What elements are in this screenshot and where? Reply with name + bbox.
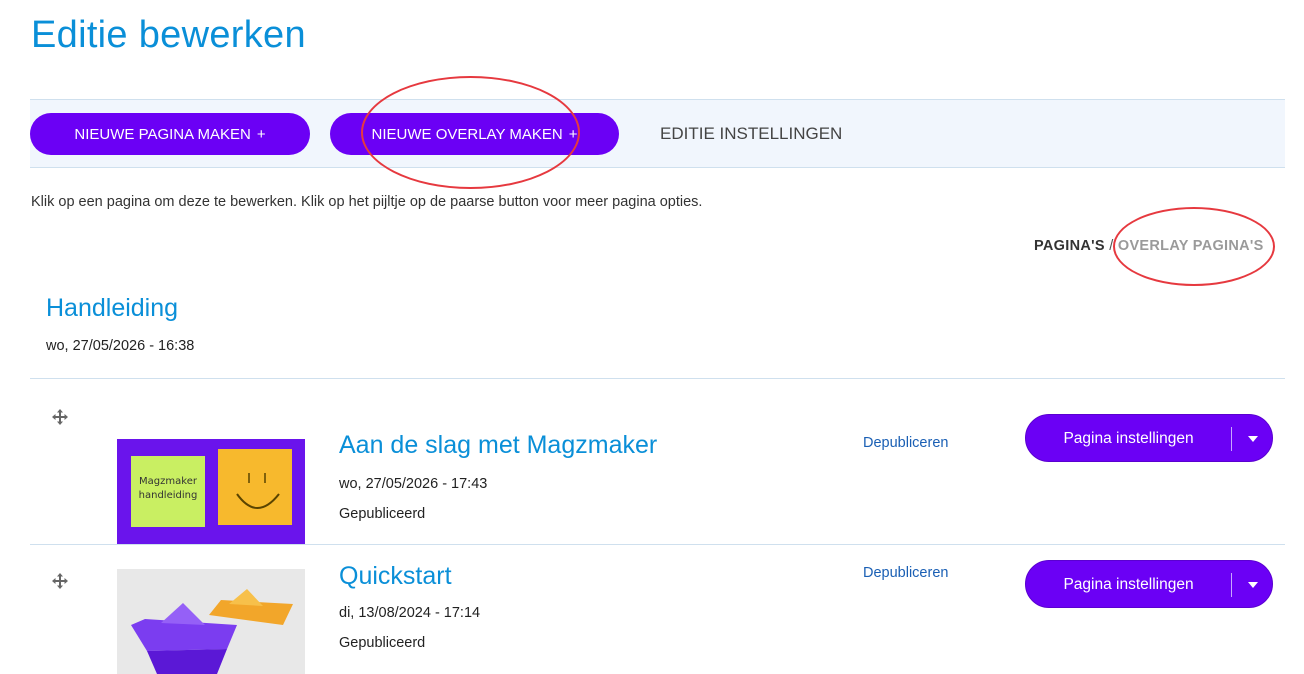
page-title-link[interactable]: Aan de slag met Magzmaker	[339, 431, 657, 460]
pages-tab[interactable]: PAGINA'S	[1034, 238, 1105, 254]
page-thumbnail[interactable]	[117, 569, 305, 674]
unpublish-link[interactable]: Depubliceren	[863, 565, 948, 581]
section-date: wo, 27/05/2026 - 16:38	[46, 338, 195, 354]
divider	[30, 378, 1285, 379]
page-status: Gepubliceerd	[339, 506, 426, 522]
list-item: Quickstart di, 13/08/2024 - 17:14 Gepubl…	[30, 525, 1285, 674]
page-settings-button[interactable]: Pagina instellingen	[1025, 414, 1273, 462]
page-settings-label: Pagina instellingen	[1063, 430, 1194, 447]
page-title-link[interactable]: Quickstart	[339, 562, 452, 591]
plus-icon: +	[256, 125, 266, 143]
page-title: Editie bewerken	[31, 14, 306, 56]
overlay-pages-tab[interactable]: OVERLAY PAGINA'S	[1118, 238, 1264, 254]
caret-down-icon[interactable]	[1248, 582, 1258, 588]
section-title[interactable]: Handleiding	[46, 294, 178, 323]
page-settings-label: Pagina instellingen	[1063, 576, 1194, 593]
move-arrows-icon[interactable]	[50, 571, 70, 591]
switch-separator: /	[1109, 238, 1114, 254]
new-page-button[interactable]: NIEUWE PAGINA MAKEN +	[30, 113, 310, 155]
page-date: wo, 27/05/2026 - 17:43	[339, 476, 488, 492]
new-overlay-button-label: NIEUWE OVERLAY MAKEN	[371, 125, 563, 143]
button-separator	[1231, 427, 1232, 451]
button-separator	[1231, 573, 1232, 597]
new-page-button-label: NIEUWE PAGINA MAKEN	[74, 125, 251, 143]
thumbnail-note-text: Magzmaker handleiding	[138, 476, 198, 501]
caret-down-icon[interactable]	[1248, 436, 1258, 442]
edition-settings-link[interactable]: EDITIE INSTELLINGEN	[660, 124, 842, 144]
pages-switch: PAGINA'S / OVERLAY PAGINA'S	[1034, 238, 1264, 254]
page-status: Gepubliceerd	[339, 635, 426, 651]
list-item: Magzmaker handleiding Aan de slag met Ma…	[30, 395, 1285, 544]
edition-toolbar: NIEUWE PAGINA MAKEN + NIEUWE OVERLAY MAK…	[30, 99, 1285, 168]
page-settings-button[interactable]: Pagina instellingen	[1025, 560, 1273, 608]
move-arrows-icon[interactable]	[50, 407, 70, 427]
new-overlay-button[interactable]: NIEUWE OVERLAY MAKEN +	[330, 113, 619, 155]
instructions-text: Klik op een pagina om deze te bewerken. …	[31, 194, 703, 210]
plus-icon: +	[568, 125, 578, 143]
unpublish-link[interactable]: Depubliceren	[863, 435, 948, 451]
page-date: di, 13/08/2024 - 17:14	[339, 605, 481, 621]
